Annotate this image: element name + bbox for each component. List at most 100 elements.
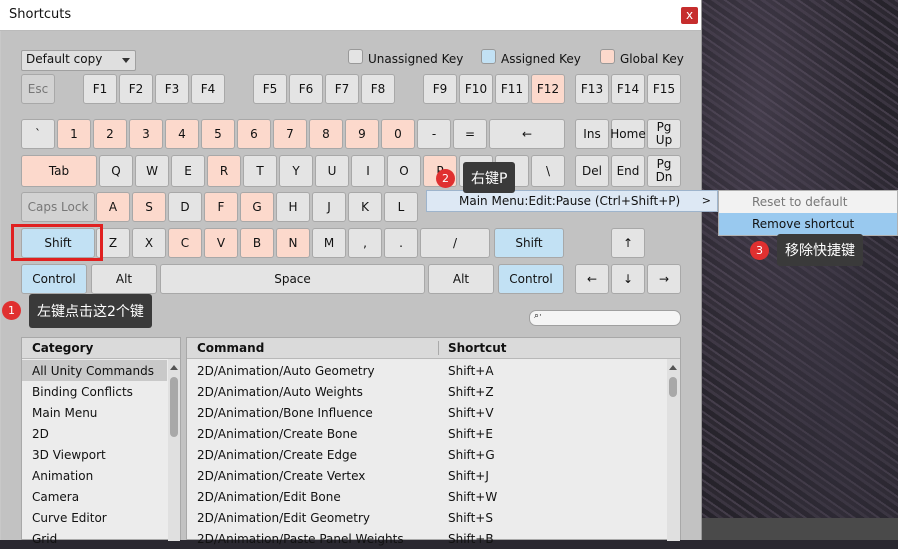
key-esc[interactable]: Esc [21,74,55,104]
key-f2[interactable]: F2 [119,74,153,104]
key-g[interactable]: G [240,192,274,222]
category-scrollbar[interactable] [168,359,180,541]
key-5[interactable]: 5 [201,119,235,149]
key-f9[interactable]: F9 [423,74,457,104]
command-scroll-thumb[interactable] [669,377,677,397]
command-row[interactable]: 2D/Animation/Bone Influence Shift+V [187,402,666,423]
key-d[interactable]: D [168,192,202,222]
key-t[interactable]: T [243,155,277,187]
key-n[interactable]: N [276,228,310,258]
key-home[interactable]: Home [610,119,646,149]
key-control[interactable]: Control [21,264,87,294]
key-1[interactable]: 1 [57,119,91,149]
key-4[interactable]: 4 [165,119,199,149]
search-input[interactable]: ⌕· [529,310,681,326]
key-6[interactable]: 6 [237,119,271,149]
key-minus[interactable]: - [417,119,451,149]
key-m[interactable]: M [312,228,346,258]
key-equals[interactable]: = [453,119,487,149]
key-f14[interactable]: F14 [611,74,645,104]
key-o[interactable]: O [387,155,421,187]
key-pg-dn[interactable]: Pg Dn [647,155,681,187]
key-f10[interactable]: F10 [459,74,493,104]
key-end[interactable]: End [611,155,645,187]
key-f5[interactable]: F5 [253,74,287,104]
command-column-header[interactable]: Command [197,341,264,355]
key-f15[interactable]: F15 [647,74,681,104]
key-8[interactable]: 8 [309,119,343,149]
key-f13[interactable]: F13 [575,74,609,104]
category-item[interactable]: Curve Editor [22,507,167,528]
key-up-arrow[interactable]: ↑ [611,228,645,258]
key-f1[interactable]: F1 [83,74,117,104]
key-0[interactable]: 0 [381,119,415,149]
key-f12[interactable]: F12 [531,74,565,104]
key-left-arrow[interactable]: ← [575,264,609,294]
key-v[interactable]: V [204,228,238,258]
category-scroll-thumb[interactable] [170,377,178,437]
key-f7[interactable]: F7 [325,74,359,104]
column-divider[interactable] [438,341,439,355]
category-item[interactable]: Binding Conflicts [22,381,167,402]
category-item[interactable]: Camera [22,486,167,507]
key-slash[interactable]: / [420,228,490,258]
command-row[interactable]: 2D/Animation/Auto Weights Shift+Z [187,381,666,402]
category-item[interactable]: Main Menu [22,402,167,423]
key-7[interactable]: 7 [273,119,307,149]
key-f4[interactable]: F4 [191,74,225,104]
key-f11[interactable]: F11 [495,74,529,104]
key-del[interactable]: Del [575,155,609,187]
command-row[interactable]: 2D/Animation/Create Bone Shift+E [187,423,666,444]
key-ins[interactable]: Ins [575,119,609,149]
key-3[interactable]: 3 [129,119,163,149]
key-j[interactable]: J [312,192,346,222]
key-alt[interactable]: Alt [91,264,157,294]
key-9[interactable]: 9 [345,119,379,149]
shortcut-column-header[interactable]: Shortcut [448,341,506,355]
close-icon[interactable]: x [681,7,698,24]
command-scrollbar[interactable] [667,359,680,541]
key-backslash[interactable]: \ [531,155,565,187]
category-item[interactable]: All Unity Commands [22,360,167,381]
menu-item-reset-to-default[interactable]: Reset to default [719,191,897,213]
key-left-arrow[interactable]: ← [489,119,565,149]
key-b[interactable]: B [240,228,274,258]
key-alt[interactable]: Alt [428,264,494,294]
key-backtick[interactable]: ` [21,119,55,149]
key-caps-lock[interactable]: Caps Lock [21,192,95,222]
key-q[interactable]: Q [99,155,133,187]
key-w[interactable]: W [135,155,169,187]
category-item[interactable]: 2D [22,423,167,444]
command-row[interactable]: 2D/Animation/Create Vertex Shift+J [187,465,666,486]
category-item[interactable]: 3D Viewport [22,444,167,465]
menu-item-remove-shortcut[interactable]: Remove shortcut [719,213,897,235]
key-shift[interactable]: Shift [494,228,564,258]
key-k[interactable]: K [348,192,382,222]
key-x[interactable]: X [132,228,166,258]
key-down-arrow[interactable]: ↓ [611,264,645,294]
command-row[interactable]: 2D/Animation/Auto Geometry Shift+A [187,360,666,381]
category-item[interactable]: Grid [22,528,167,549]
key-f8[interactable]: F8 [361,74,395,104]
key-control[interactable]: Control [498,264,564,294]
key-period[interactable]: . [384,228,418,258]
key-e[interactable]: E [171,155,205,187]
key-pg-up[interactable]: Pg Up [647,119,681,149]
command-row[interactable]: 2D/Animation/Create Edge Shift+G [187,444,666,465]
category-item[interactable]: Animation [22,465,167,486]
command-row[interactable]: 2D/Animation/Edit Geometry Shift+S [187,507,666,528]
key-a[interactable]: A [96,192,130,222]
key-2[interactable]: 2 [93,119,127,149]
key-l[interactable]: L [384,192,418,222]
key-u[interactable]: U [315,155,349,187]
key-f6[interactable]: F6 [289,74,323,104]
key-y[interactable]: Y [279,155,313,187]
key-right-arrow[interactable]: → [647,264,681,294]
key-comma[interactable]: , [348,228,382,258]
key-s[interactable]: S [132,192,166,222]
key-space[interactable]: Space [160,264,425,294]
key-r[interactable]: R [207,155,241,187]
profile-dropdown[interactable]: Default copy [21,50,136,71]
command-row[interactable]: 2D/Animation/Edit Bone Shift+W [187,486,666,507]
key-c[interactable]: C [168,228,202,258]
